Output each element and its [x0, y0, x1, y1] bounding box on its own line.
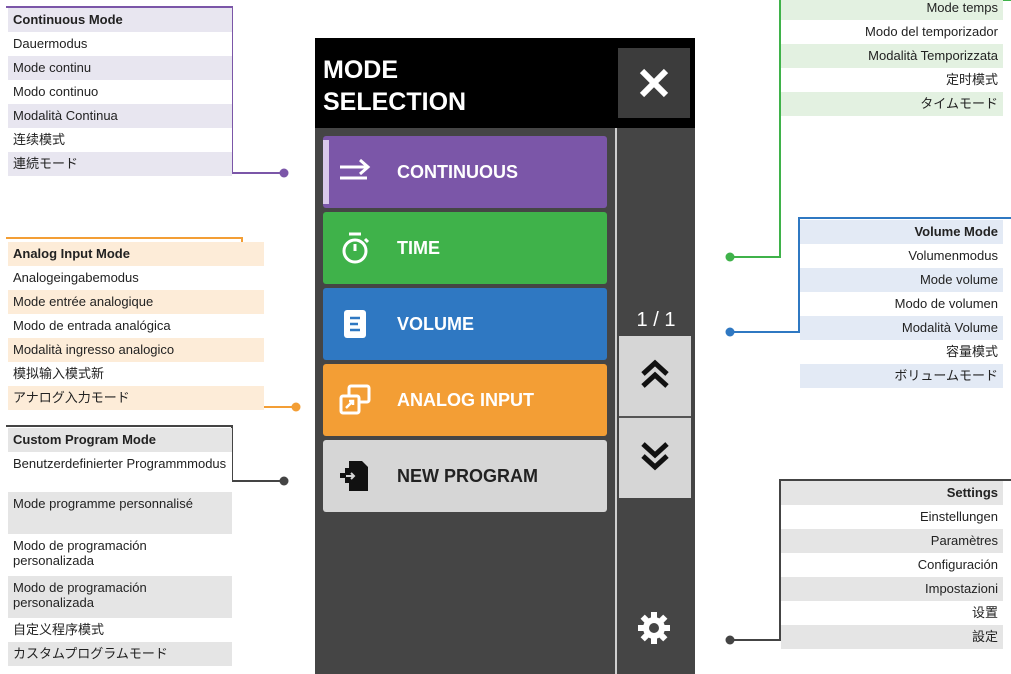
custom-callout-ja: カスタムプログラムモード — [8, 642, 232, 666]
volume-callout-de: Volumenmodus — [800, 244, 1003, 268]
custom-callout-es: Modo de programación personalizada — [8, 534, 232, 576]
device-screen: MODE SELECTION CONTINUOUS TIME VOLUME AN… — [315, 38, 695, 674]
mode-label-continuous: CONTINUOUS — [397, 162, 518, 182]
volume-leader-dot — [725, 327, 735, 337]
volume-callout-title: Volume Mode — [800, 220, 1003, 244]
volume-callout-zh: 容量模式 — [800, 340, 1003, 364]
mode-label-time: TIME — [397, 238, 440, 258]
mode-button-volume[interactable]: VOLUME — [323, 288, 607, 360]
continuous-callout-es: Modo continuo — [8, 80, 232, 104]
double-chevron-down-icon — [641, 442, 669, 471]
close-icon — [639, 68, 669, 98]
screen-title: MODE SELECTION — [323, 54, 543, 118]
screen-header: MODE SELECTION — [315, 38, 695, 128]
custom-callout-de: Benutzerdefinierter Programmmodus — [8, 452, 232, 492]
screen-title-line1: MODE — [323, 56, 398, 84]
continuous-callout-de: Dauermodus — [8, 32, 232, 56]
scroll-up-button[interactable] — [619, 336, 691, 416]
analog-callout-es: Modo de entrada analógica — [8, 314, 264, 338]
settings-callout-de: Einstellungen — [781, 505, 1003, 529]
analog-callout-fr: Mode entrée analogique — [8, 290, 264, 314]
close-button[interactable] — [618, 48, 690, 118]
screen-title-line2: SELECTION — [323, 88, 467, 116]
custom-callout-zh: 自定义程序模式 — [8, 618, 232, 642]
double-chevron-up-icon — [641, 359, 669, 388]
custom-callout-fr: Mode programme personnalisé — [8, 492, 232, 534]
custom-callout-title: Custom Program Mode — [8, 428, 232, 452]
settings-callout-it: Impostazioni — [781, 577, 1003, 601]
selected-indicator — [323, 140, 329, 204]
mode-button-new-program[interactable]: NEW PROGRAM — [323, 440, 607, 512]
time-callout-ja: タイムモード — [781, 92, 1003, 116]
analog-leader-dot — [291, 402, 301, 412]
continuous-callout-fr: Mode continu — [8, 56, 232, 80]
time-callout-fr: Mode temps — [781, 0, 1003, 20]
analog-callout-it: Modalità ingresso analogico — [8, 338, 264, 362]
time-leader-dot — [725, 252, 735, 262]
time-callout-zh: 定时模式 — [781, 68, 1003, 92]
mode-label-new-program: NEW PROGRAM — [397, 466, 538, 486]
time-callout-es: Modo del temporizador — [781, 20, 1003, 44]
volume-callout-it: Modalità Volume — [800, 316, 1003, 340]
analog-callout-ja: アナログ入力モード — [8, 386, 264, 410]
mode-label-volume: VOLUME — [397, 314, 475, 334]
volume-callout-fr: Mode volume — [800, 268, 1003, 292]
settings-callout-title: Settings — [781, 481, 1003, 505]
analog-callout-de: Analogeingabemodus — [8, 266, 264, 290]
continuous-callout-zh: 连续模式 — [8, 128, 232, 152]
page-indicator: 1 / 1 — [636, 309, 676, 331]
mode-button-time[interactable]: TIME — [323, 212, 607, 284]
overlapping-windows-icon — [339, 384, 371, 415]
settings-callout-fr: Paramètres — [781, 529, 1003, 553]
custom-callout-es-2: Modo de programación personalizada — [8, 576, 232, 618]
settings-leader-dot — [725, 635, 735, 645]
volume-callout-ja: ボリュームモード — [800, 364, 1003, 388]
continuous-callout-ja: 連続モード — [8, 152, 232, 176]
continuous-leader-dot — [279, 168, 289, 178]
continuous-callout-it: Modalità Continua — [8, 104, 232, 128]
mode-label-analog-input: ANALOG INPUT — [397, 390, 534, 410]
settings-callout-zh: 设置 — [781, 601, 1003, 625]
time-callout-it: Modalità Temporizzata — [781, 44, 1003, 68]
mode-list: CONTINUOUS TIME VOLUME ANALOG INPUT NEW … — [315, 128, 615, 674]
custom-leader-dot — [279, 476, 289, 486]
analog-callout-zh: 模拟输入模式新 — [8, 362, 264, 386]
continuous-callout-title: Continuous Mode — [8, 8, 232, 32]
stopwatch-icon — [342, 232, 370, 264]
mode-button-continuous[interactable]: CONTINUOUS — [323, 136, 607, 208]
gear-icon[interactable] — [636, 610, 672, 646]
settings-callout-es: Configuración — [781, 553, 1003, 577]
arrow-right-icon — [340, 158, 371, 180]
new-file-icon — [340, 461, 368, 491]
volume-callout-es: Modo de volumen — [800, 292, 1003, 316]
scroll-down-button[interactable] — [619, 418, 691, 498]
analog-callout-title: Analog Input Mode — [8, 242, 264, 266]
settings-callout-ja: 設定 — [781, 625, 1003, 649]
mode-button-analog-input[interactable]: ANALOG INPUT — [323, 364, 607, 436]
document-icon — [344, 310, 366, 338]
